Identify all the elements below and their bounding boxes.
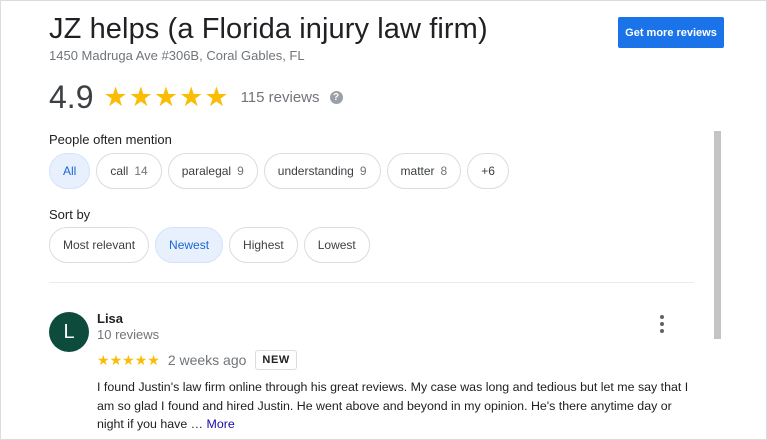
star-icon: ★ xyxy=(134,352,148,368)
chip-count: 14 xyxy=(134,164,148,178)
chip-label: +6 xyxy=(481,164,495,178)
chip-label: matter xyxy=(400,164,435,178)
review-body: I found Justin's law firm online through… xyxy=(97,380,689,431)
chip-label: paralegal xyxy=(181,164,232,178)
avatar[interactable]: L xyxy=(49,312,89,352)
mentions-label: People often mention xyxy=(49,132,172,147)
reviewer-name[interactable]: Lisa xyxy=(97,311,123,326)
review-stars: ★ ★ ★ ★ ★ xyxy=(97,353,160,367)
sort-highest[interactable]: Highest xyxy=(229,227,298,263)
star-icon: ★ xyxy=(103,81,128,112)
sort-most-relevant[interactable]: Most relevant xyxy=(49,227,150,263)
help-icon[interactable]: ? xyxy=(329,90,343,104)
star-icon: ★ xyxy=(147,352,160,368)
get-more-reviews-button[interactable]: Get more reviews xyxy=(618,17,724,48)
mention-chip-all[interactable]: All xyxy=(49,153,91,189)
chip-label: All xyxy=(63,164,77,178)
mention-chip-understanding[interactable]: understanding 9 xyxy=(263,153,381,189)
sort-label: Sort by xyxy=(49,207,91,222)
review-rating-row: ★ ★ ★ ★ ★ 2 weeks ago NEW xyxy=(97,349,297,371)
new-badge: NEW xyxy=(255,350,297,370)
sort-newest[interactable]: Newest xyxy=(155,227,224,263)
mention-chip-paralegal[interactable]: paralegal 9 xyxy=(167,153,258,189)
star-icon: ★ xyxy=(97,352,110,368)
star-icon: ★ xyxy=(153,81,179,112)
divider xyxy=(49,282,694,283)
review-count: 115 reviews xyxy=(240,88,320,106)
review-text: I found Justin's law firm online through… xyxy=(97,378,697,434)
reviews-panel: JZ helps (a Florida injury law firm) 145… xyxy=(0,0,767,440)
star-icon: ★ xyxy=(122,352,135,368)
star-icon: ★ xyxy=(109,352,123,368)
rating-value: 4.9 xyxy=(49,78,94,115)
sort-chip-row: Most relevant Newest Highest Lowest xyxy=(49,227,370,263)
reviewer-review-count: 10 reviews xyxy=(97,327,160,342)
rating-summary: 4.9 ★ ★ ★ ★ ★ 115 reviews ? xyxy=(49,79,343,115)
chip-count: 8 xyxy=(440,164,448,178)
review-more-link[interactable]: More xyxy=(207,417,235,431)
business-address: 1450 Madruga Ave #306B, Coral Gables, FL xyxy=(49,48,305,63)
star-icon: ★ xyxy=(128,81,153,112)
chip-count: 9 xyxy=(237,164,244,178)
star-icon: ★ xyxy=(204,81,229,112)
scrollbar-thumb[interactable] xyxy=(714,131,721,339)
chip-label: understanding xyxy=(277,164,354,178)
star-icon: ★ xyxy=(179,81,204,112)
mention-chip-matter[interactable]: matter 8 xyxy=(386,153,462,189)
sort-lowest[interactable]: Lowest xyxy=(303,227,370,263)
chip-count: 9 xyxy=(359,164,367,178)
mention-chip-more[interactable]: +6 xyxy=(467,153,509,189)
chip-label: call xyxy=(110,164,129,178)
rating-stars: ★ ★ ★ ★ ★ xyxy=(103,81,229,112)
review-time: 2 weeks ago xyxy=(167,352,247,368)
more-options-icon[interactable] xyxy=(651,313,673,335)
business-name: JZ helps (a Florida injury law firm) xyxy=(49,13,488,45)
mention-chip-call[interactable]: call 14 xyxy=(96,153,162,189)
mentions-chip-row: All call 14 paralegal 9 understanding 9 … xyxy=(49,153,509,189)
